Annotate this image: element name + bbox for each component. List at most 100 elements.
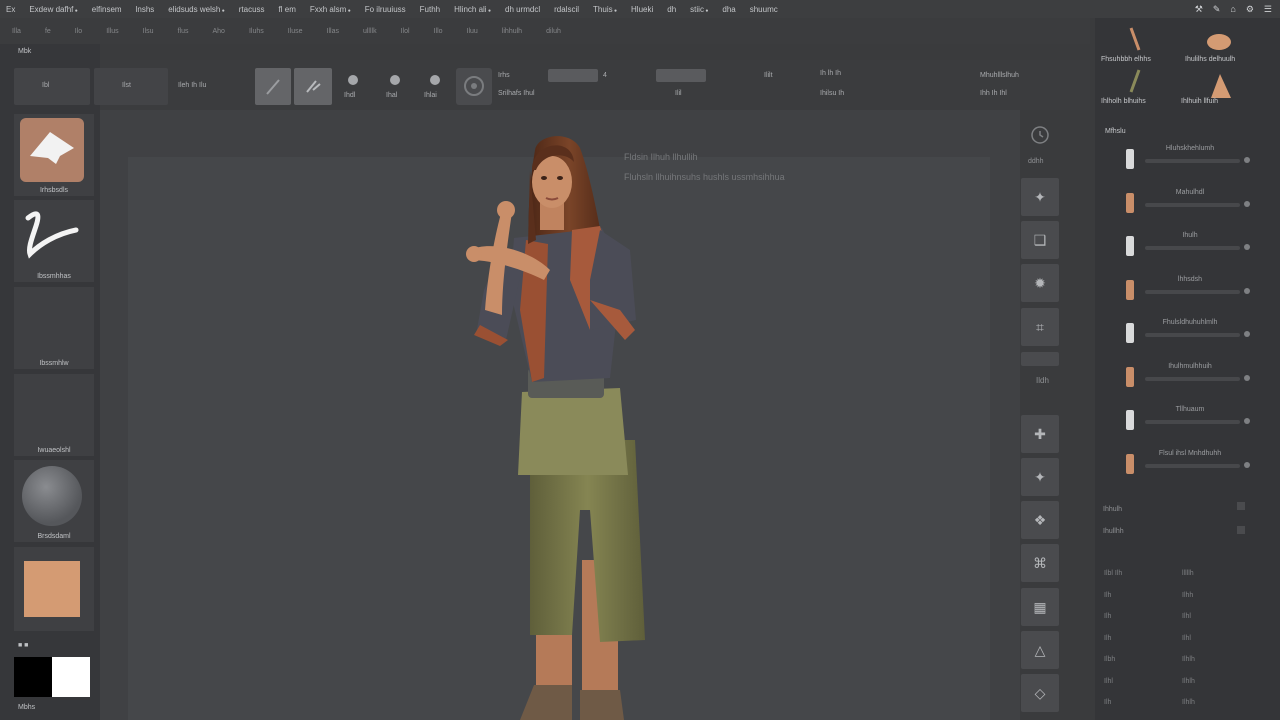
tray-icon[interactable]: ⌂ <box>1230 4 1235 15</box>
gizmo-button[interactable] <box>456 68 492 105</box>
scale-icon[interactable]: ❑ <box>1021 221 1059 259</box>
panel-grid-item[interactable]: Ilbl Ilh <box>1104 570 1122 577</box>
submenu-item[interactable]: Aho <box>212 28 224 35</box>
menu-item[interactable]: elfinsem <box>92 5 122 14</box>
subtool-slider[interactable] <box>1145 463 1240 468</box>
subtool-slider[interactable] <box>1145 420 1240 424</box>
tray-icon[interactable]: ✎ <box>1213 4 1221 15</box>
submenu-item[interactable]: Illas <box>327 28 339 35</box>
color-swatch-icon[interactable] <box>24 561 80 617</box>
submenu-item[interactable]: Illo <box>434 28 443 35</box>
panel-grid-item[interactable]: Ilhlh <box>1182 678 1195 685</box>
menu-item[interactable]: Hlinch ali <box>454 5 491 14</box>
menu-item[interactable]: Fo ilruuiuss <box>365 5 406 14</box>
subtool-row[interactable]: Tllhuaum <box>1100 406 1260 436</box>
submenu-item[interactable]: fe <box>45 28 51 35</box>
toolbar-button-2[interactable]: Ilst <box>94 68 168 105</box>
alpha-tile[interactable]: Ibssmhlw <box>14 287 94 369</box>
subtool-slider[interactable] <box>1145 159 1240 163</box>
material-tile[interactable]: Brsdsdaml <box>14 460 94 542</box>
visibility-toggle[interactable] <box>1244 461 1250 468</box>
subtool-slider[interactable] <box>1145 246 1240 250</box>
frame-icon[interactable]: ⌗ <box>1021 308 1059 346</box>
submenu-item[interactable]: Iluu <box>467 28 478 35</box>
panel-grid-item[interactable]: Ilh <box>1104 635 1111 642</box>
local-icon[interactable]: ❖ <box>1021 501 1059 539</box>
subtool-row[interactable]: Flsul ihsl Mnhdhuhh <box>1100 450 1260 480</box>
tray-icon[interactable]: ⚒ <box>1195 4 1203 15</box>
poly-icon[interactable]: ▦ <box>1021 588 1059 626</box>
xyz-icon[interactable]: ⌘ <box>1021 544 1059 582</box>
subtool-row[interactable]: Ihulhmulhhuih <box>1100 363 1260 393</box>
subtool-row[interactable]: Mahulhdl <box>1100 189 1260 219</box>
menu-item[interactable]: dha <box>722 5 735 14</box>
menu-item[interactable]: Exdew dafhf <box>29 5 77 14</box>
subtool-row[interactable]: Fhulsldhuhuhlmlh <box>1100 319 1260 349</box>
subtool-row[interactable]: lhhsdsh <box>1100 276 1260 306</box>
subtool-slider[interactable] <box>1145 376 1240 381</box>
submenu-item[interactable]: ullllk <box>363 28 377 35</box>
menu-item[interactable]: Hlueki <box>631 5 653 14</box>
brush-tile[interactable]: Irhsbsdls <box>14 114 94 196</box>
menu-item[interactable]: Ex <box>6 5 15 14</box>
menu-item[interactable]: shuumc <box>750 5 778 14</box>
panel-grid-item[interactable]: Ilh <box>1104 699 1111 706</box>
submenu-item[interactable]: flus <box>178 28 189 35</box>
extra-toggle-1[interactable] <box>1237 502 1245 510</box>
move-button[interactable]: Ihdl <box>338 68 368 105</box>
toolbar-button-1[interactable]: Ibl <box>14 68 90 105</box>
dock-mid-toggle[interactable] <box>1021 352 1059 366</box>
persp-icon[interactable]: ✚ <box>1021 415 1059 453</box>
menu-item[interactable]: Thuis <box>593 5 617 14</box>
visibility-toggle[interactable] <box>1244 287 1250 294</box>
floor-icon[interactable]: ✦ <box>1021 458 1059 496</box>
tray-icon[interactable]: ⚙ <box>1246 4 1254 15</box>
visibility-toggle[interactable] <box>1244 157 1250 163</box>
scale-button[interactable]: Ihal <box>380 68 410 105</box>
rotate-view-button[interactable] <box>1021 116 1059 154</box>
submenu-item[interactable]: Illa <box>12 28 21 35</box>
primary-color-swatch[interactable] <box>14 657 52 697</box>
rotate-icon[interactable]: ✹ <box>1021 264 1059 302</box>
menu-item[interactable]: stiic <box>690 5 708 14</box>
stroke-tile[interactable]: Ibssmhhas <box>14 200 94 282</box>
texture-tile[interactable]: Iwuaeolshl <box>14 374 94 456</box>
character-model[interactable] <box>440 130 670 720</box>
subtool-row[interactable]: Ihulh <box>1100 232 1260 262</box>
panel-grid-item[interactable]: Ilhl <box>1182 635 1191 642</box>
panel-grid-item[interactable]: Ilbh <box>1104 656 1115 663</box>
menu-item[interactable]: rdalscil <box>554 5 579 14</box>
submenu-item[interactable]: Ilol <box>401 28 410 35</box>
secondary-color-swatch[interactable] <box>52 657 90 697</box>
visibility-toggle[interactable] <box>1244 331 1250 337</box>
subtool-slider[interactable] <box>1145 333 1240 337</box>
menu-item[interactable]: Fxxh alsm <box>310 5 351 14</box>
panel-grid-item[interactable]: Ilh <box>1104 613 1111 620</box>
menu-item[interactable]: dh urmdcl <box>505 5 540 14</box>
menu-item[interactable]: Futhh <box>420 5 440 14</box>
menu-item[interactable]: rtacuss <box>239 5 265 14</box>
color-tile[interactable] <box>14 547 94 631</box>
extra-toggle-2[interactable] <box>1237 526 1245 534</box>
ghost-icon[interactable]: ◇ <box>1021 674 1059 712</box>
submenu-item[interactable]: Iluhs <box>249 28 264 35</box>
submenu-item[interactable]: lihhulh <box>502 28 522 35</box>
visibility-toggle[interactable] <box>1244 374 1250 381</box>
panel-grid-item[interactable]: Ilhlh <box>1182 656 1195 663</box>
panel-grid-item[interactable]: Ilhh <box>1182 592 1193 599</box>
submenu-item[interactable]: Ilsu <box>143 28 154 35</box>
panel-grid-item[interactable]: lllllh <box>1182 570 1194 577</box>
transp-icon[interactable]: △ <box>1021 631 1059 669</box>
visibility-toggle[interactable] <box>1244 244 1250 250</box>
rotate-button[interactable]: Ihlai <box>420 68 450 105</box>
subtool-row[interactable]: Hluhskhehlumh <box>1100 145 1260 175</box>
subtool-slider[interactable] <box>1145 202 1240 207</box>
menu-item[interactable]: lnshs <box>136 5 155 14</box>
visibility-toggle[interactable] <box>1244 418 1250 424</box>
move-icon[interactable]: ✦ <box>1021 178 1059 216</box>
field2-slider[interactable] <box>656 69 706 82</box>
subtool-slider[interactable] <box>1145 289 1240 294</box>
edit-button[interactable] <box>255 68 291 105</box>
menu-item[interactable]: dh <box>667 5 676 14</box>
field1-slider[interactable] <box>548 69 598 82</box>
